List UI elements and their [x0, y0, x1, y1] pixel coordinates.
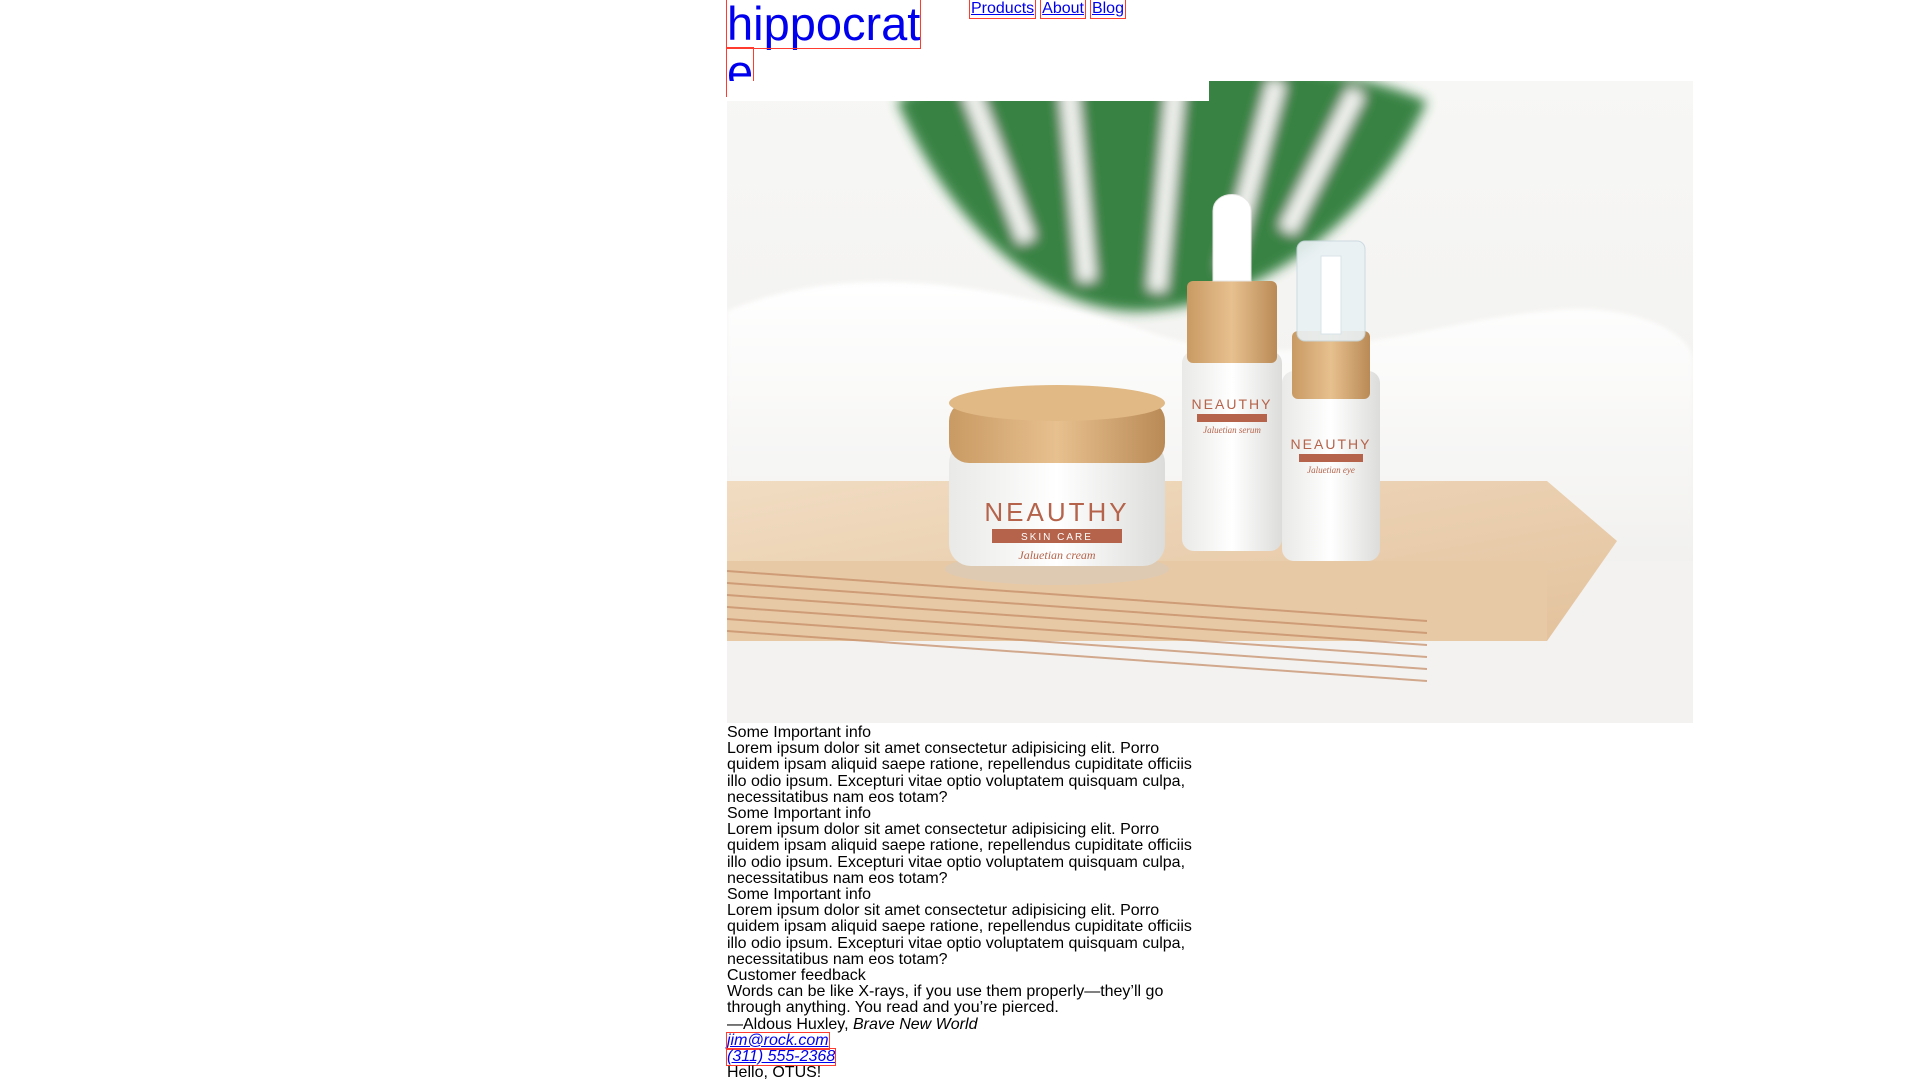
- section-heading-1: Some Important info: [727, 724, 872, 741]
- hero-notch: [727, 81, 1209, 101]
- attribution-author: —Aldous Huxley,: [727, 1015, 853, 1033]
- feedback-quote: Words can be like X-rays, if you use the…: [727, 983, 1164, 1017]
- feedback-heading: Customer feedback: [727, 967, 866, 985]
- attribution-book: Brave New World: [852, 1015, 978, 1033]
- nav-blog-link[interactable]: Blog: [1089, 0, 1126, 19]
- hero-image: NEAUTHY SKIN CARE Jaluetian cream NEAUTH…: [727, 81, 1693, 723]
- svg-text:Jaluetian cream: Jaluetian cream: [1018, 548, 1096, 562]
- main-content: Some Important info Lorem ipsum dolor si…: [725, 724, 1212, 1081]
- svg-text:Jaluetian eye: Jaluetian eye: [1307, 465, 1355, 475]
- nav-products-link[interactable]: Products: [968, 0, 1037, 19]
- logo-line-1: hippocrat: [725, 0, 922, 50]
- section-body-3: Lorem ipsum dolor sit amet consectetur a…: [727, 902, 1192, 968]
- page: hippocrat e Products About Blog NEAUTHY …: [725, 0, 1693, 1081]
- section-body-2: Lorem ipsum dolor sit amet consectetur a…: [727, 821, 1192, 887]
- main-nav: Products About Blog: [968, 0, 1126, 19]
- section-heading-2: Some Important info: [727, 805, 872, 823]
- cream-jar: NEAUTHY SKIN CARE Jaluetian cream: [945, 385, 1169, 585]
- section-body-1: Lorem ipsum dolor sit amet consectetur a…: [727, 740, 1192, 806]
- svg-text:NEAUTHY: NEAUTHY: [1192, 396, 1273, 412]
- phone-link[interactable]: (311) 555-2368: [725, 1048, 837, 1067]
- email-link[interactable]: jim@rock.com: [726, 1031, 830, 1051]
- jar-brand: NEAUTHY: [984, 497, 1129, 527]
- svg-text:Jaluetian serum: Jaluetian serum: [1203, 425, 1261, 435]
- svg-text:SKIN CARE: SKIN CARE: [1021, 532, 1093, 543]
- feedback-attribution: —Aldous Huxley, Brave New World: [727, 1015, 1212, 1033]
- footer-text: Hello, OTUS!: [727, 1064, 822, 1081]
- section-heading-3: Some Important info: [727, 886, 872, 904]
- nav-about-link[interactable]: About: [1040, 0, 1086, 19]
- eye-bottle: NEAUTHY Jaluetian eye: [1282, 240, 1380, 561]
- svg-text:NEAUTHY: NEAUTHY: [1291, 436, 1372, 452]
